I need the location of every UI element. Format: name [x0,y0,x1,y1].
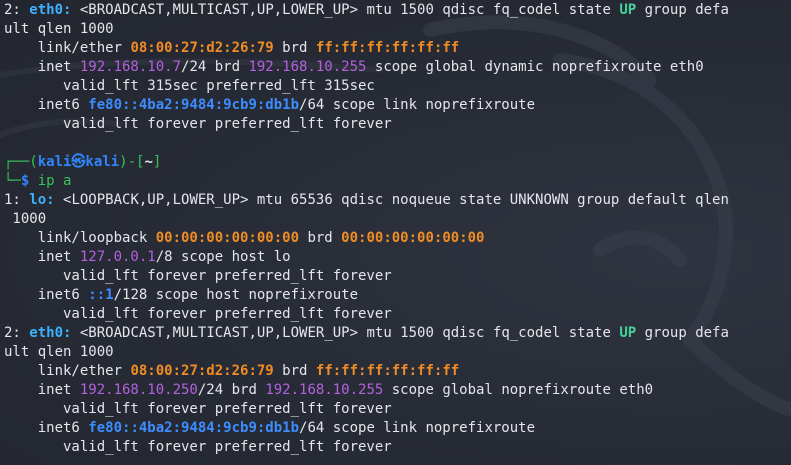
terminal-text-segment: ff:ff:ff:ff:ff:ff [315,363,460,379]
terminal-line: valid_lft forever preferred_lft forever [4,115,791,134]
terminal-text-segment: valid_lft forever preferred_lft forever [4,401,392,417]
terminal-text-segment: inet6 [4,287,89,303]
terminal-line: 1000 [4,210,791,229]
terminal-line: inet 127.0.0.1/8 scope host lo [4,248,791,267]
terminal-text-segment: <BROADCAST,MULTICAST,UP,LOWER_UP> mtu 15… [71,325,620,341]
terminal-line: link/loopback 00:00:00:00:00:00 brd 00:0… [4,229,791,248]
terminal-window[interactable]: 2: eth0: <BROADCAST,MULTICAST,UP,LOWER_U… [0,0,791,465]
terminal-text-segment: 192.168.10.255 [265,382,384,398]
terminal-text-segment: /128 scope host noprefixroute [113,287,359,303]
terminal-text-segment: /24 brd [181,59,249,75]
terminal-text-segment: ip a [37,173,72,189]
terminal-text-segment: UP [619,2,637,18]
terminal-text-segment: scope global noprefixroute eth0 [383,382,654,398]
terminal-line: 1: lo: <LOOPBACK,UP,LOWER_UP> mtu 65536 … [4,191,791,210]
terminal-text-segment: ~ [144,154,153,170]
terminal-text-segment: )-[ [119,154,145,170]
terminal-text-segment: ::1 [88,287,114,303]
terminal-text-segment: 2: [4,2,30,18]
terminal-text-segment: kali㉿kali [37,154,120,170]
terminal-text-segment: 08:00:27:d2:26:79 [130,363,274,379]
terminal-text-segment: lo: [29,192,55,208]
terminal-text-segment: 192.168.10.250 [79,382,198,398]
terminal-text-segment: inet6 [4,97,89,113]
terminal-line: ult qlen 1000 [4,343,791,362]
terminal-text-segment: 08:00:27:d2:26:79 [130,40,274,56]
terminal-text-segment: eth0: [29,325,72,341]
terminal-text-segment: └─ [4,173,21,189]
terminal-text-segment: link/loopback [4,230,156,246]
terminal-text-segment: brd [273,363,316,379]
terminal-line: valid_lft 315sec preferred_lft 315sec [4,77,791,96]
terminal-line: └─$ ip a [4,172,791,191]
terminal-text-segment: inet [4,59,80,75]
terminal-line: ┌──(kali㉿kali)-[~] [4,153,791,172]
terminal-text-segment: /64 scope link noprefixroute [299,97,536,113]
terminal-text-segment: <BROADCAST,MULTICAST,UP,LOWER_UP> mtu 15… [71,2,620,18]
terminal-text-segment: inet [4,382,80,398]
terminal-text-segment: 1: [4,192,30,208]
terminal-text-segment: link/ether [4,363,131,379]
terminal-line: 2: eth0: <BROADCAST,MULTICAST,UP,LOWER_U… [4,324,791,343]
terminal-text-segment: ff:ff:ff:ff:ff:ff [315,40,460,56]
terminal-line: valid_lft forever preferred_lft forever [4,267,791,286]
terminal-text-segment: valid_lft forever preferred_lft forever [4,439,392,455]
terminal-text-segment: link/ether [4,40,131,56]
terminal-line: link/ether 08:00:27:d2:26:79 brd ff:ff:f… [4,362,791,381]
terminal-text-segment: /8 scope host lo [155,249,291,265]
terminal-text-segment: valid_lft forever preferred_lft forever [4,306,392,322]
terminal-text-segment: valid_lft 315sec preferred_lft 315sec [4,78,375,94]
terminal-text-segment: <LOOPBACK,UP,LOWER_UP> mtu 65536 qdisc n… [54,192,729,208]
terminal-line: 2: eth0: <BROADCAST,MULTICAST,UP,LOWER_U… [4,1,791,20]
terminal-text-segment: brd [299,230,342,246]
terminal-text-segment: ] [152,154,162,170]
terminal-text-segment: ult qlen 1000 [4,21,114,37]
terminal-line: inet6 ::1/128 scope host noprefixroute [4,286,791,305]
terminal-line: inet 192.168.10.7/24 brd 192.168.10.255 … [4,58,791,77]
terminal-text-segment: inet6 [4,420,89,436]
terminal-line: valid_lft forever preferred_lft forever [4,305,791,324]
terminal-line: valid_lft forever preferred_lft forever [4,400,791,419]
terminal-text-segment: group defa [636,325,729,341]
terminal-text-segment: scope global dynamic noprefixroute eth0 [366,59,704,75]
terminal-text-segment: 127.0.0.1 [79,249,156,265]
terminal-line: valid_lft forever preferred_lft forever [4,438,791,457]
terminal-line: inet 192.168.10.250/24 brd 192.168.10.25… [4,381,791,400]
terminal-text-segment: eth0: [29,2,72,18]
terminal-text-segment: 00:00:00:00:00:00 [155,230,300,246]
terminal-text-segment: /24 brd [197,382,266,398]
terminal-text-segment: valid_lft forever preferred_lft forever [4,268,392,284]
terminal-text-segment: valid_lft forever preferred_lft forever [4,116,392,132]
terminal-text-segment: 2: [4,325,30,341]
terminal-text-segment: fe80::4ba2:9484:9cb9:db1b [88,97,300,113]
terminal-line: ult qlen 1000 [4,20,791,39]
terminal-text-segment: brd [273,40,316,56]
terminal-text-segment: 192.168.10.7 [79,59,182,75]
terminal-text-segment: /64 scope link noprefixroute [299,420,536,436]
terminal-text-segment: inet [4,249,80,265]
terminal-text-segment: 192.168.10.255 [248,59,367,75]
terminal-line: inet6 fe80::4ba2:9484:9cb9:db1b/64 scope… [4,96,791,115]
terminal-text-segment: group defa [636,2,729,18]
terminal-text-segment: ult qlen 1000 [4,344,114,360]
terminal-text-segment: 00:00:00:00:00:00 [341,230,485,246]
terminal-output: 2: eth0: <BROADCAST,MULTICAST,UP,LOWER_U… [4,1,791,457]
terminal-line: link/ether 08:00:27:d2:26:79 brd ff:ff:f… [4,39,791,58]
terminal-text-segment: 1000 [4,211,47,227]
terminal-text-segment: ┌──( [4,154,38,170]
terminal-text-segment: UP [619,325,637,341]
terminal-line: inet6 fe80::4ba2:9484:9cb9:db1b/64 scope… [4,419,791,438]
terminal-text-segment: fe80::4ba2:9484:9cb9:db1b [88,420,300,436]
